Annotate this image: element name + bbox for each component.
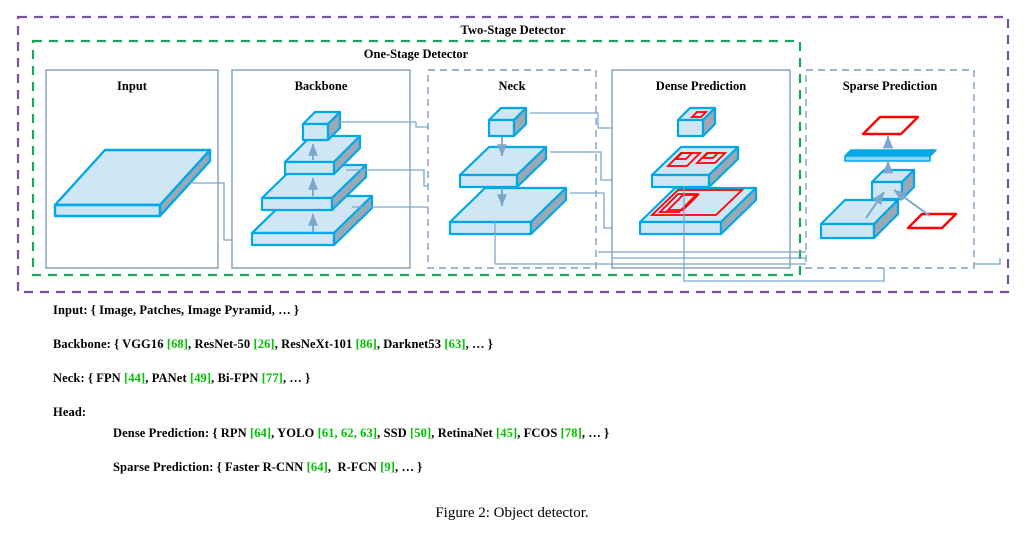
legend-text: , ResNeXt-101 <box>274 337 356 351</box>
legend-text: , ResNet-50 <box>188 337 254 351</box>
sparse-thin-plate <box>844 149 937 162</box>
legend-line-neck: Neck: { FPN [44], PANet [49], Bi-FPN [77… <box>53 371 310 386</box>
citation-ref: [63] <box>444 337 466 351</box>
legend-line-input: Input: { Image, Patches, Image Pyramid, … <box>53 303 299 318</box>
legend-text: , R-FCN <box>327 460 381 474</box>
figure-caption: Figure 2: Object detector. <box>435 505 589 521</box>
citation-ref: [64] <box>306 460 328 474</box>
legend-text: , YOLO <box>271 426 318 440</box>
legend-text: Sparse Prediction: { Faster R-CNN <box>113 460 307 474</box>
citation-ref: [45] <box>496 426 518 440</box>
legend-text: , Darknet53 <box>376 337 445 351</box>
citation-ref: [44] <box>124 371 146 385</box>
legend-text: Backbone: { VGG16 <box>53 337 167 351</box>
legend-line-sparse-prediction: Sparse Prediction: { Faster R-CNN [64], … <box>113 460 422 475</box>
citation-ref: [61, 62, 63] <box>317 426 378 440</box>
citation-ref: [50] <box>410 426 432 440</box>
citation-ref: [64] <box>249 426 272 440</box>
panel-sparse-prediction-label: Sparse Prediction <box>843 79 938 93</box>
legend-text: , … } <box>395 460 423 474</box>
citation-ref: [86] <box>355 337 377 351</box>
legend-text: , … } <box>465 337 493 351</box>
legend-text: , PANet <box>145 371 190 385</box>
panel-input: Input <box>45 69 219 269</box>
legend-text: , SSD <box>377 426 411 440</box>
panel-dense-prediction: Dense Prediction <box>611 69 791 269</box>
legend-line-backbone: Backbone: { VGG16 [68], ResNet-50 [26], … <box>53 337 493 352</box>
panel-backbone-label: Backbone <box>295 79 348 93</box>
panel-backbone: Backbone <box>231 69 411 269</box>
citation-ref: [78] <box>560 426 582 440</box>
panel-sparse-prediction: Sparse Prediction <box>805 69 975 269</box>
legend-line-dense-prediction: Dense Prediction: { RPN [64], YOLO [61, … <box>113 426 609 441</box>
panel-input-label: Input <box>117 79 148 93</box>
band-one-stage-label: One-Stage Detector <box>364 47 469 61</box>
legend-text: , Bi-FPN <box>211 371 262 385</box>
citation-ref: [68] <box>166 337 189 351</box>
citation-ref: [26] <box>253 337 275 351</box>
panel-dense-prediction-label: Dense Prediction <box>656 79 746 93</box>
legend-text: , RetinaNet <box>431 426 496 440</box>
panel-neck: Neck <box>427 69 597 269</box>
citation-ref: [49] <box>189 371 212 385</box>
legend-text: Dense Prediction: { RPN <box>113 426 250 440</box>
panel-neck-label: Neck <box>498 79 525 93</box>
legend-text: Neck: { FPN <box>53 371 125 385</box>
citation-ref: [77] <box>261 371 283 385</box>
legend-line-head: Head: <box>53 405 86 420</box>
object-detector-figure: Two-Stage Detector One-Stage Detector In… <box>16 15 1010 294</box>
legend-text: , FCOS <box>517 426 561 440</box>
legend-text: , … } <box>282 371 311 385</box>
sparse-roi-cube <box>870 168 916 201</box>
legend-text: Input: { Image, Patches, Image Pyramid, … <box>53 303 300 317</box>
citation-ref: [9] <box>380 460 396 474</box>
legend-text: Head: <box>53 405 87 419</box>
band-two-stage-label: Two-Stage Detector <box>461 23 566 37</box>
legend-text: , … } <box>581 426 610 440</box>
